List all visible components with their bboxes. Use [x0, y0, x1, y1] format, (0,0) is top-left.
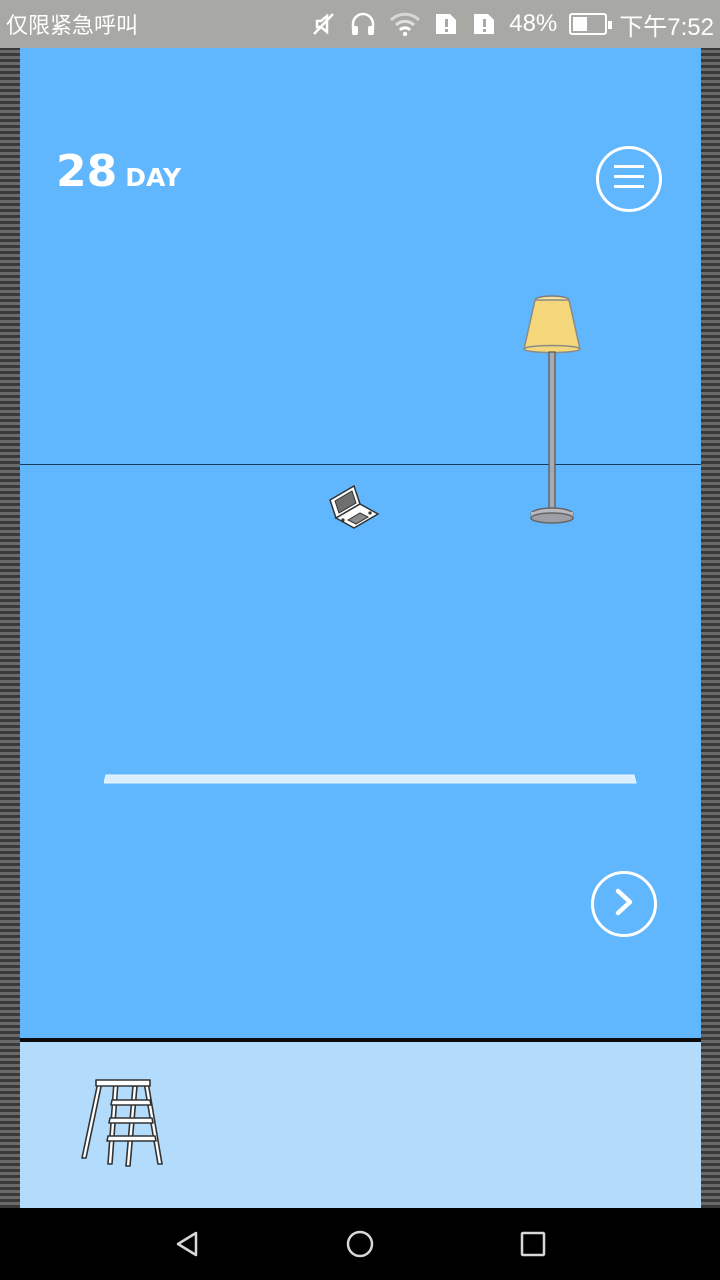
next-scene-button[interactable]: [591, 871, 657, 937]
recent-apps-icon[interactable]: [518, 1229, 548, 1259]
battery-icon: [569, 13, 613, 35]
menu-button[interactable]: [596, 146, 662, 212]
floor-lamp[interactable]: [518, 294, 586, 531]
left-frame: [0, 48, 20, 1208]
clock: 下午7:52: [619, 13, 714, 41]
home-icon[interactable]: [345, 1229, 375, 1259]
day-counter: 28 DAY: [56, 146, 181, 197]
chevron-right-icon: [612, 888, 636, 921]
day-number: 28: [56, 146, 118, 197]
headphones-icon: [349, 11, 377, 37]
wall-shelf[interactable]: [103, 772, 638, 790]
sim2-alert-icon: [471, 11, 497, 37]
day-label: DAY: [125, 163, 182, 192]
inventory-item-step-ladder[interactable]: [78, 1078, 170, 1175]
status-bar: 仅限紧急呼叫 48% 下午7:52: [0, 0, 720, 48]
navigation-bar: [0, 1208, 720, 1280]
room-scene[interactable]: 28 DAY: [20, 48, 701, 1038]
portable-game-console[interactable]: [326, 482, 384, 537]
inventory-bar: [20, 1042, 701, 1208]
step-ladder-icon: [78, 1079, 170, 1174]
battery-percent: 48%: [509, 10, 558, 37]
status-icons: 48% 下午7:52: [311, 7, 714, 42]
menu-icon: [614, 163, 644, 196]
carrier-text: 仅限紧急呼叫: [6, 14, 139, 39]
right-frame: [701, 48, 720, 1208]
mute-vibrate-icon: [311, 11, 337, 37]
wifi-icon: [389, 11, 421, 37]
back-icon[interactable]: [172, 1229, 202, 1259]
floor-line: [20, 464, 701, 465]
sim1-alert-icon: [433, 11, 459, 37]
